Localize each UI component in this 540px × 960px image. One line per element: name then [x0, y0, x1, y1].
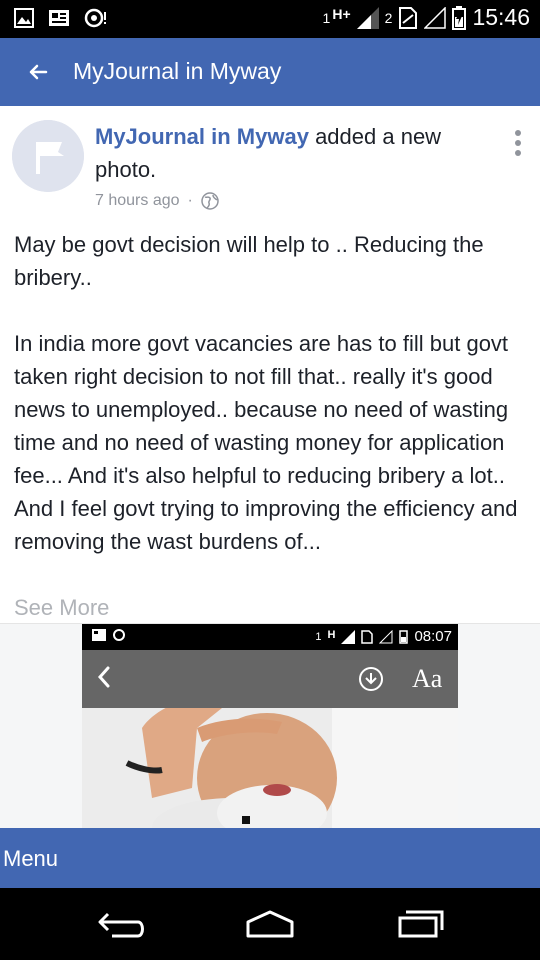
- news-notification-icon: [92, 629, 106, 641]
- author-name-link[interactable]: MyJournal in Myway: [95, 124, 309, 149]
- battery-icon: [399, 630, 409, 644]
- meta-separator: ·: [187, 192, 193, 209]
- photo-network-type: H: [327, 628, 336, 641]
- post-text-paragraph: And I feel govt trying to improving the …: [14, 496, 518, 554]
- vertical-dots-icon: [515, 140, 521, 146]
- system-navigation-bar: [0, 888, 540, 960]
- photo-notification-icons: [92, 629, 127, 644]
- see-more-link[interactable]: See More: [14, 591, 109, 624]
- news-notification-icon: [49, 10, 69, 26]
- clock: 15:46: [472, 4, 530, 30]
- post-options-button[interactable]: [506, 128, 530, 158]
- photo-system-icons: 1 H 08:07: [315, 628, 452, 645]
- nav-home-button[interactable]: [235, 900, 305, 948]
- nav-back-icon: [98, 912, 144, 938]
- arrow-left-icon: [29, 64, 48, 80]
- nav-back-button[interactable]: [85, 900, 155, 948]
- vertical-dots-icon: [515, 130, 521, 136]
- post-body: May be govt decision will help to .. Red…: [14, 228, 530, 558]
- signal-empty-icon: [379, 629, 393, 643]
- signal-strength-icon: [356, 6, 379, 29]
- download-icon: [359, 667, 383, 691]
- post-meta: 7 hours ago ·: [95, 192, 219, 210]
- nav-home-icon: [246, 910, 294, 938]
- post-timestamp[interactable]: 7 hours ago: [95, 192, 180, 210]
- chevron-left-icon: [97, 666, 110, 688]
- post-photo-container[interactable]: 1 H 08:07 Aa: [0, 623, 540, 829]
- font-size-button: Aa: [412, 664, 443, 693]
- gallery-notification-icon: [14, 8, 34, 28]
- post-author-line: MyJournal in Myway added a new photo.: [95, 120, 485, 186]
- menu-label[interactable]: Menu: [3, 846, 58, 872]
- sim-no-signal-icon: [361, 629, 374, 644]
- globe-icon: [201, 192, 219, 210]
- battery-icon: [452, 5, 467, 30]
- network-type-label: H+: [332, 5, 351, 22]
- photo-sim-label: 1: [315, 630, 322, 643]
- nav-recents-button[interactable]: [385, 900, 455, 948]
- app-bar: MyJournal in Myway: [0, 38, 540, 106]
- page-title: MyJournal in Myway: [73, 58, 282, 84]
- photo-app-toolbar: Aa: [82, 650, 458, 708]
- messenger-notification-icon: [113, 629, 126, 641]
- nav-recents-icon: [398, 910, 444, 938]
- sim1-label: 1: [322, 9, 331, 26]
- page-avatar[interactable]: [12, 120, 84, 192]
- person-photo-illustration: [82, 708, 458, 829]
- vertical-dots-icon: [515, 150, 521, 156]
- post-photo[interactable]: 1 H 08:07 Aa: [82, 624, 458, 829]
- signal-empty-icon: [424, 6, 447, 29]
- sim2-label: 2: [384, 9, 393, 26]
- post-text-paragraph: May be govt decision will help to .. Red…: [14, 232, 484, 290]
- photo-clock: 08:07: [414, 628, 452, 645]
- sim-no-signal-icon: [399, 6, 418, 29]
- flag-icon: [12, 120, 84, 192]
- status-bar: 1 H+ 2 15:46: [0, 0, 540, 38]
- photo-status-bar: 1 H 08:07: [82, 624, 458, 650]
- signal-strength-icon: [341, 629, 356, 644]
- status-notification-icons: [14, 8, 108, 28]
- messenger-notification-icon: [84, 8, 106, 28]
- back-button[interactable]: [20, 54, 56, 90]
- status-system-icons: 1 H+ 2 15:46: [323, 4, 530, 31]
- post-text-paragraph: In india more govt vacancies are has to …: [14, 331, 509, 488]
- bottom-menu-bar[interactable]: Menu: [0, 828, 540, 888]
